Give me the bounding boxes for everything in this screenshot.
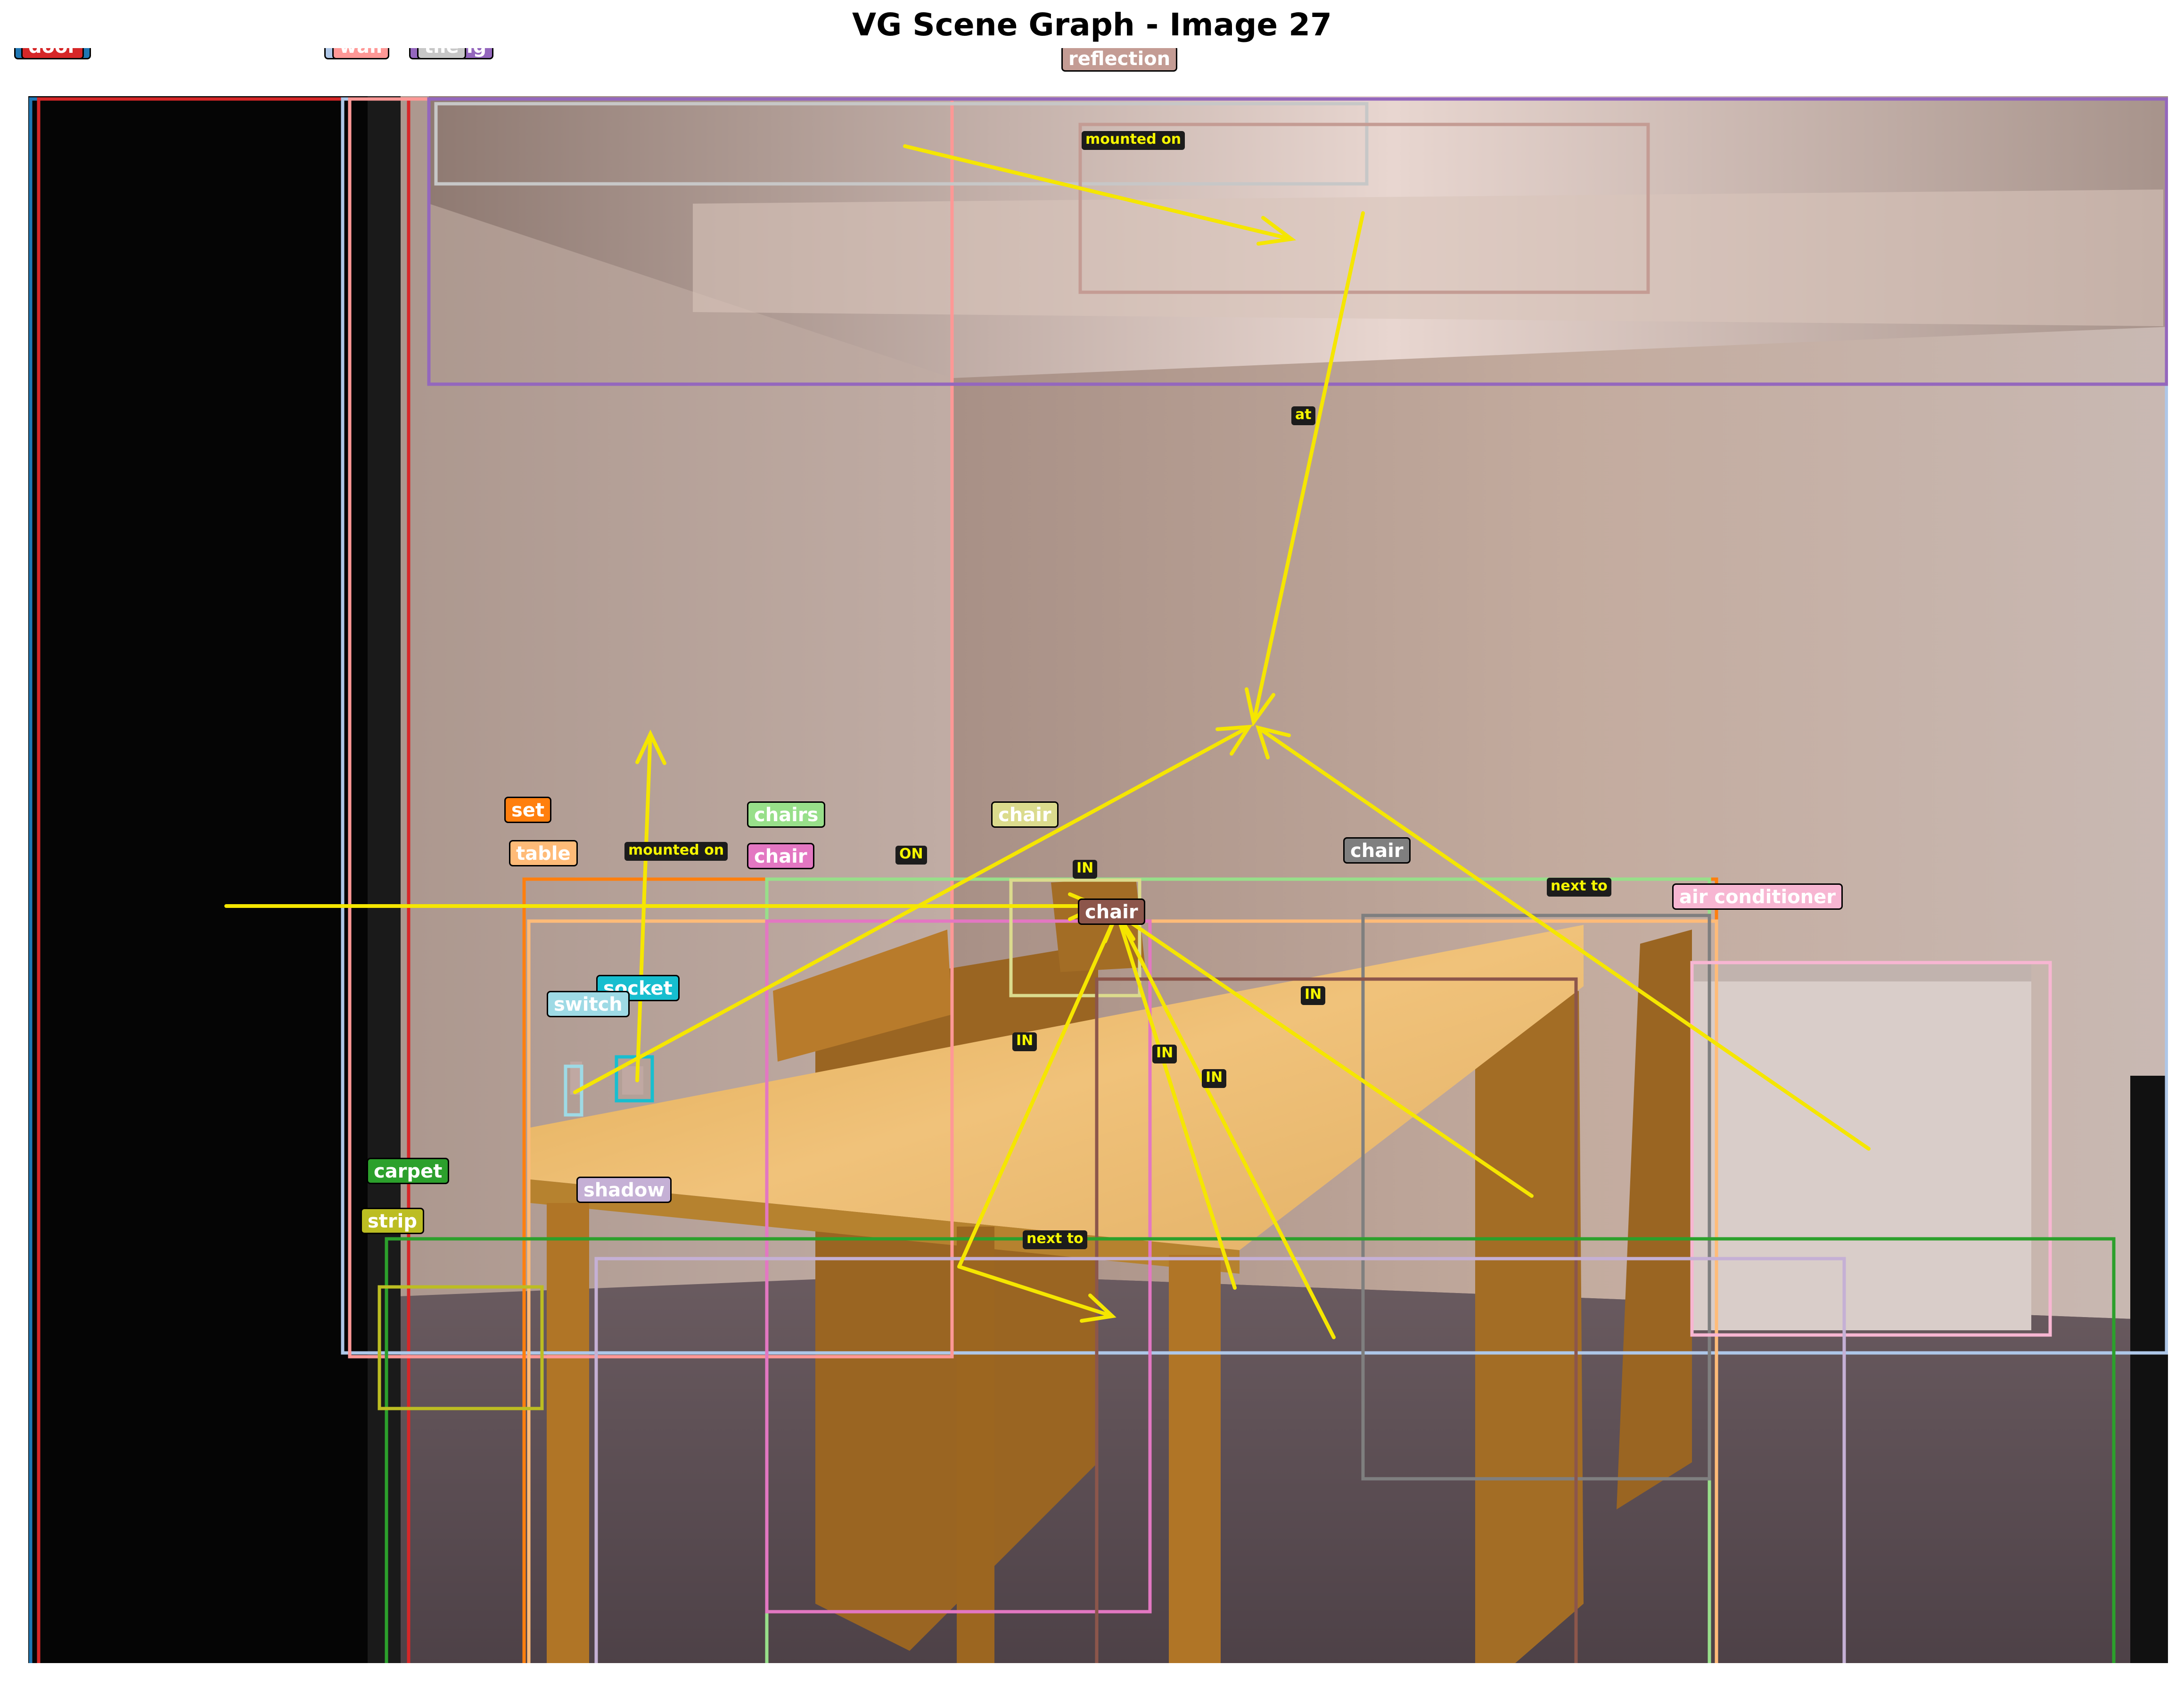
relation-label-11: next to [1547,878,1611,897]
scene-photo [28,96,2168,1663]
label-table: table [509,840,578,866]
label-carpet: carpet [367,1158,450,1184]
label-reflection: reflection [1061,48,1178,72]
label-door: door [21,48,84,59]
label-chair-3: chair [1343,837,1411,864]
label-tile: tile [417,48,466,59]
label-chair-1: chair [747,843,814,869]
relation-label-5: IN [1073,860,1098,879]
relation-label-2: at [1291,406,1315,425]
figure-title: VG Scene Graph - Image 27 [852,7,1332,43]
relation-label-6: next to [1023,1230,1087,1249]
label-switch: switch [547,991,630,1017]
scene-image: frame door wall wall ceiling tile reflec… [14,48,2168,1663]
relation-label-3: mounted on [624,842,728,861]
relation-label-7: IN [1012,1032,1037,1051]
relation-label-9: IN [1202,1069,1227,1088]
label-set: set [504,797,552,823]
relation-label-4: ON [895,846,927,865]
label-chair-4: chair [1078,898,1145,925]
label-wall-2: wall [332,48,390,59]
relation-label-1: mounted on [1082,131,1185,150]
relation-label-10: IN [1301,986,1326,1005]
label-air-conditioner: air conditioner [1672,883,1843,910]
label-shadow: shadow [576,1177,672,1203]
label-chair-2: chair [991,801,1059,828]
label-chairs: chairs [747,801,826,828]
relation-label-8: IN [1152,1045,1177,1063]
label-strip: strip [361,1208,424,1234]
